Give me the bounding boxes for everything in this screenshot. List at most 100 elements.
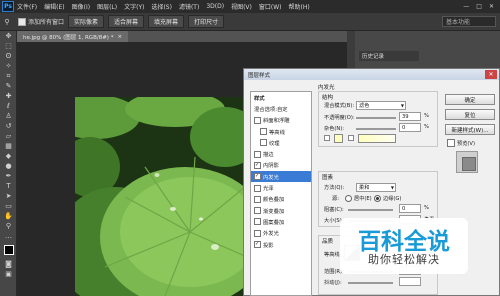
maximize-icon[interactable]: □ — [476, 3, 482, 10]
choke-input[interactable]: 0 — [399, 204, 421, 213]
zoom-tool-icon[interactable]: ⚲ — [0, 17, 14, 27]
menu-view[interactable]: 视图(V) — [231, 2, 252, 11]
checkbox-icon[interactable] — [254, 173, 261, 181]
menu-type[interactable]: 文字(Y) — [124, 2, 144, 11]
checkbox-icon[interactable] — [254, 195, 261, 203]
style-item-outer-glow[interactable]: 外发光 — [251, 228, 311, 239]
pen-tool-icon[interactable]: ✒ — [0, 171, 17, 181]
choke-label: 阻塞(C): — [324, 207, 344, 213]
type-tool-icon[interactable]: T — [0, 181, 17, 191]
blur-tool-icon[interactable]: ◆ — [0, 151, 17, 161]
jitter-slider[interactable] — [348, 282, 393, 284]
checkbox-icon[interactable] — [254, 184, 261, 192]
checkbox-icon[interactable] — [254, 241, 261, 248]
menu-3d[interactable]: 3D(D) — [206, 3, 224, 10]
menu-file[interactable]: 文件(F) — [17, 2, 37, 11]
style-item-label: 内阴影 — [263, 163, 279, 170]
zoom-tool-icon[interactable]: ⚲ — [0, 221, 17, 231]
style-item-bevel[interactable]: 斜面和浮雕 — [251, 115, 311, 126]
crop-tool-icon[interactable]: ⌗ — [0, 71, 17, 81]
style-item-gradient-overlay[interactable]: 渐变叠加 — [251, 205, 311, 216]
document-tab[interactable]: he.jpg @ 80% (图层 1, RGB/8#) * × — [17, 31, 129, 42]
source-edge-radio[interactable]: 边缘(G) — [374, 195, 401, 202]
print-size-button[interactable]: 打印尺寸 — [188, 15, 225, 28]
eyedropper-tool-icon[interactable]: ✎ — [0, 81, 17, 91]
blend-mode-select[interactable]: 滤色 ▼ — [356, 101, 406, 110]
jitter-input[interactable] — [399, 277, 421, 286]
menu-layer[interactable]: 图层(L) — [97, 2, 117, 11]
checkbox-icon[interactable] — [254, 150, 261, 158]
checkbox-icon[interactable] — [254, 218, 261, 226]
style-item-inner-shadow[interactable]: 内阴影 — [251, 160, 311, 171]
actual-pixels-button[interactable]: 实际像素 — [68, 15, 105, 28]
source-center-radio[interactable]: 居中(E) — [345, 195, 372, 202]
shape-tool-icon[interactable]: ▭ — [0, 201, 17, 211]
gradient-tool-icon[interactable]: ▦ — [0, 141, 17, 151]
checkbox-icon[interactable] — [254, 229, 261, 237]
style-item-color-overlay[interactable]: 颜色叠加 — [251, 194, 311, 205]
lasso-tool-icon[interactable]: ʘ — [0, 51, 17, 61]
hand-tool-icon[interactable]: ✋ — [0, 211, 17, 221]
close-icon[interactable]: ✕ — [489, 3, 494, 10]
quick-mask-icon[interactable]: ◙ — [0, 259, 17, 269]
color-swatches[interactable] — [0, 241, 17, 259]
reset-button[interactable]: 复位 — [445, 109, 495, 120]
fit-screen-button[interactable]: 适合屏幕 — [108, 15, 145, 28]
lotus-leaf-image[interactable] — [75, 97, 247, 296]
gradient-radio[interactable] — [348, 135, 354, 141]
brush-tool-icon[interactable]: ℓ — [0, 101, 17, 111]
sample-all-windows-checkbox[interactable]: 添加所有窗口 — [18, 17, 64, 26]
eraser-tool-icon[interactable]: ▱ — [0, 131, 17, 141]
magic-wand-tool-icon[interactable]: ✧ — [0, 61, 17, 71]
choke-slider[interactable] — [348, 209, 393, 211]
stamp-tool-icon[interactable]: ♙ — [0, 111, 17, 121]
marquee-tool-icon[interactable]: ⬚ — [0, 41, 17, 51]
new-style-button[interactable]: 新建样式(W)... — [445, 124, 495, 135]
checkbox-icon[interactable] — [254, 207, 261, 215]
checkbox-icon[interactable] — [254, 116, 261, 124]
method-select[interactable]: 柔和 ▼ — [356, 183, 396, 192]
noise-slider[interactable] — [356, 128, 396, 130]
gradient-swatch[interactable] — [358, 134, 396, 143]
menu-edit[interactable]: 编辑(E) — [44, 2, 64, 11]
history-panel-tab[interactable]: 历史记录 — [359, 51, 419, 61]
style-item-texture[interactable]: 纹理 — [251, 137, 311, 148]
dodge-tool-icon[interactable]: ● — [0, 161, 17, 171]
move-tool-icon[interactable]: ✥ — [0, 31, 17, 41]
style-item-satin[interactable]: 光泽 — [251, 182, 311, 193]
more-tools-icon[interactable]: … — [0, 231, 17, 241]
noise-input[interactable]: 0 — [399, 123, 421, 132]
screen-mode-icon[interactable]: ▣ — [0, 269, 17, 279]
checkbox-icon[interactable] — [260, 139, 267, 147]
ok-button[interactable]: 确定 — [445, 94, 495, 105]
menu-select[interactable]: 选择(S) — [151, 2, 172, 11]
style-item-contour[interactable]: 等高线 — [251, 126, 311, 137]
checkbox-icon[interactable] — [260, 128, 267, 136]
healing-tool-icon[interactable]: ✚ — [0, 91, 17, 101]
solid-color-radio[interactable] — [324, 135, 330, 141]
styles-header[interactable]: 样式 — [251, 92, 311, 103]
checkbox-icon[interactable] — [254, 161, 261, 169]
style-item-inner-glow[interactable]: 内发光 — [251, 171, 311, 183]
fill-screen-button[interactable]: 填充屏幕 — [148, 15, 185, 28]
style-item-drop-shadow[interactable]: 投影 — [251, 239, 311, 250]
style-item-pattern-overlay[interactable]: 图案叠加 — [251, 216, 311, 227]
style-item-stroke[interactable]: 描边 — [251, 148, 311, 159]
path-select-tool-icon[interactable]: ➤ — [0, 191, 17, 201]
history-brush-tool-icon[interactable]: ↺ — [0, 121, 17, 131]
sample-all-label: 添加所有窗口 — [28, 19, 65, 26]
minimize-icon[interactable]: — — [463, 3, 469, 10]
menu-help[interactable]: 帮助(H) — [289, 2, 310, 11]
opacity-slider[interactable] — [356, 117, 396, 119]
opacity-input[interactable]: 39 — [399, 112, 421, 121]
blend-options-item[interactable]: 混合选项:自定 — [251, 103, 311, 114]
menu-filter[interactable]: 滤镜(T) — [179, 2, 199, 11]
dialog-close-icon[interactable]: ✕ — [485, 70, 497, 79]
glow-color-swatch[interactable] — [334, 134, 343, 143]
blend-mode-value: 滤色 — [359, 103, 370, 109]
menu-window[interactable]: 窗口(W) — [259, 2, 282, 11]
close-tab-icon[interactable]: × — [117, 34, 122, 40]
workspace-select[interactable]: 基本功能 — [442, 16, 496, 27]
preview-checkbox[interactable]: 预览(V) — [447, 139, 475, 147]
menu-image[interactable]: 图像(I) — [72, 2, 90, 11]
